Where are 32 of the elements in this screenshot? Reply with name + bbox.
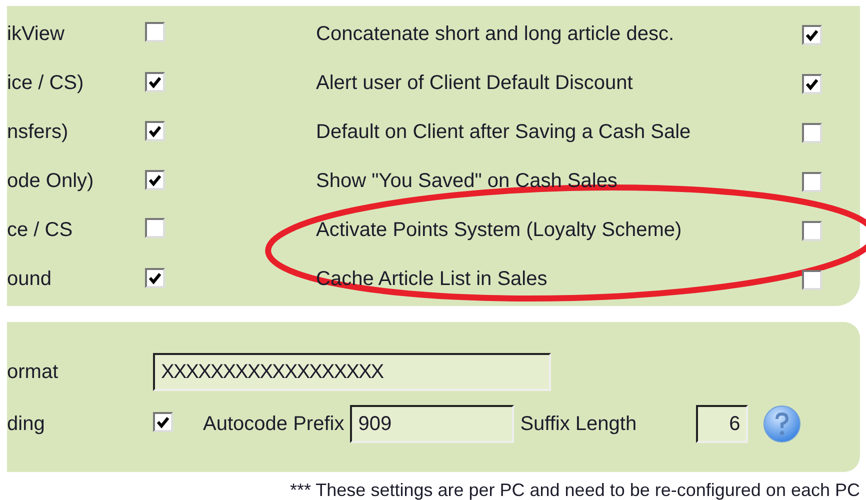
checkbox[interactable] xyxy=(802,220,822,240)
checkbox[interactable] xyxy=(145,170,165,190)
field-label: ormat xyxy=(7,360,60,384)
field-label: Suffix Length xyxy=(520,412,638,436)
option-label: Activate Points System (Loyalty Scheme) xyxy=(316,219,683,242)
checkbox[interactable] xyxy=(802,122,822,142)
input-field[interactable]: 909 xyxy=(350,405,514,443)
checkbox[interactable] xyxy=(145,72,165,92)
option-label: nsfers) xyxy=(7,121,70,144)
checkbox[interactable] xyxy=(145,218,165,238)
field-label: ding xyxy=(7,412,46,436)
option-label: ound xyxy=(7,268,52,291)
note-text: *** These settings are per PC and need to be re-configured on each PC xyxy=(288,479,861,500)
option-label: Alert user of Client Default Discount xyxy=(316,72,634,95)
checkbox[interactable] xyxy=(802,24,822,44)
checkbox[interactable] xyxy=(802,74,822,94)
option-label: ce / CS xyxy=(7,219,74,242)
checkbox[interactable] xyxy=(802,270,822,290)
checkbox[interactable] xyxy=(802,172,822,192)
checkbox[interactable] xyxy=(145,268,165,288)
input-field[interactable]: XXXXXXXXXXXXXXXXXX xyxy=(153,353,551,391)
checkbox[interactable] xyxy=(145,120,165,140)
field-label: Autocode Prefix xyxy=(203,412,344,436)
option-label: ode Only) xyxy=(7,170,95,193)
option-label: ikView xyxy=(7,23,66,46)
option-label: ice / CS) xyxy=(7,72,85,95)
option-label: Concatenate short and long article desc. xyxy=(316,23,675,46)
input-field[interactable]: 6 xyxy=(696,405,748,443)
help-icon[interactable] xyxy=(762,404,802,444)
checkbox[interactable] xyxy=(145,22,165,42)
checkbox[interactable] xyxy=(153,412,173,432)
option-label: Default on Client after Saving a Cash Sale xyxy=(316,121,692,144)
